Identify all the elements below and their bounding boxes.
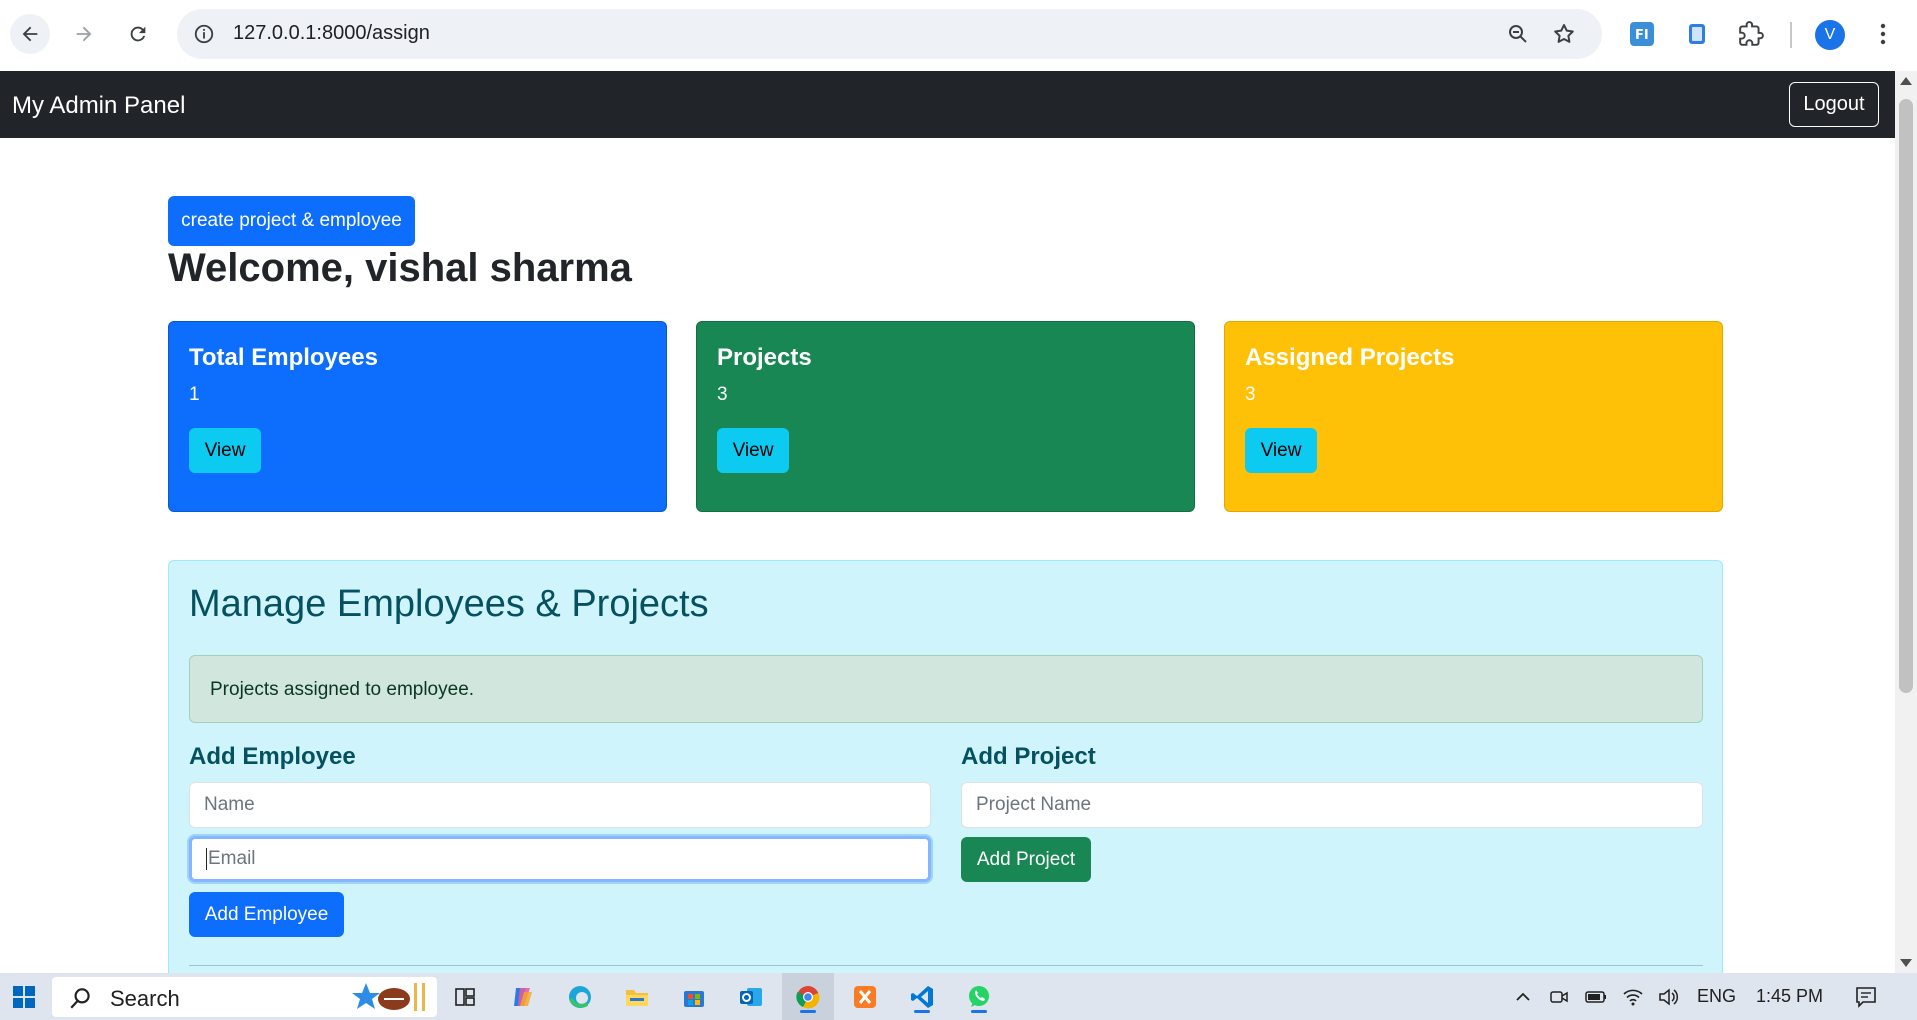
task-view-icon[interactable] [447,979,483,1015]
outlook-icon[interactable] [733,979,769,1015]
microsoft-store-icon[interactable] [676,979,712,1015]
manage-panel: Manage Employees & Projects Projects ass… [168,560,1723,980]
windows-start-icon[interactable] [6,979,42,1015]
employee-name-placeholder: Name [204,794,255,815]
scroll-down-arrow-icon[interactable] [1900,959,1912,967]
toolbar-divider [1790,22,1792,48]
notification-icon[interactable] [1848,979,1884,1015]
add-project-button[interactable]: Add Project [961,837,1091,882]
xampp-icon[interactable] [847,979,883,1015]
card-count: 3 [1245,384,1256,405]
svg-text:FI: FI [1635,28,1649,43]
welcome-heading: Welcome, vishal sharma [168,246,632,290]
card-projects: Projects 3 View [696,321,1195,512]
language-indicator[interactable]: ENG [1697,986,1736,1007]
search-icon [70,988,90,1009]
whatsapp-icon[interactable] [961,979,997,1015]
url-text[interactable]: 127.0.0.1:8000/assign [233,22,430,45]
view-employees-button[interactable]: View [189,428,261,473]
scroll-up-arrow-icon[interactable] [1900,77,1912,85]
text-caret [206,848,207,870]
whatsapp-running-indicator [971,1010,987,1013]
section-divider [189,965,1703,966]
card-title: Total Employees [189,344,378,371]
forward-icon [76,26,92,42]
reload-button[interactable] [118,14,158,54]
meet-now-icon[interactable] [1541,979,1577,1015]
chevron-up-icon[interactable] [1505,979,1541,1015]
scroll-thumb[interactable] [1899,99,1913,693]
card-count: 3 [717,384,728,405]
zoom-icon[interactable] [1506,22,1530,46]
add-project-heading: Add Project [961,743,1096,770]
app-navbar: My Admin Panel Logout [0,71,1895,138]
employee-email-input[interactable]: Email [189,836,931,882]
copilot-icon[interactable] [505,979,541,1015]
brand-title[interactable]: My Admin Panel [12,92,185,120]
card-title: Projects [717,344,812,371]
windows-taskbar: Search ENG 1:45 PM [0,973,1917,1020]
create-project-employee-button[interactable]: create project & employee [168,196,415,246]
taskbar-search-label: Search [110,986,180,1011]
search-highlight-image-icon [352,983,425,1011]
forward-button[interactable] [64,14,104,54]
add-employee-heading: Add Employee [189,743,356,770]
more-icon[interactable] [1866,17,1900,51]
vscode-icon[interactable] [904,979,940,1015]
employee-email-placeholder: Email [208,848,256,869]
wifi-icon[interactable] [1615,979,1651,1015]
card-total-employees: Total Employees 1 View [168,321,667,512]
back-icon [22,26,38,42]
site-info-icon[interactable] [193,23,215,45]
employee-name-input[interactable]: Name [189,782,931,828]
taskbar-clock[interactable]: 1:45 PM [1756,986,1823,1007]
alert-message: Projects assigned to employee. [210,679,475,700]
profile-avatar[interactable]: V [1815,20,1845,50]
add-employee-button[interactable]: Add Employee [189,892,344,937]
success-alert: Projects assigned to employee. [189,655,1703,723]
volume-icon[interactable] [1650,979,1686,1015]
manage-title: Manage Employees & Projects [189,583,709,625]
page-scrollbar[interactable] [1895,71,1917,973]
project-name-input[interactable]: Project Name [961,782,1703,828]
puzzle-icon[interactable] [1734,17,1768,51]
vscode-running-indicator [914,1010,930,1013]
logout-button[interactable]: Logout [1789,82,1879,127]
file-explorer-icon[interactable] [619,979,655,1015]
chrome-running-indicator [800,1010,816,1013]
reload-icon [130,26,146,42]
view-assigned-projects-button[interactable]: View [1245,428,1317,473]
back-button[interactable] [10,14,50,54]
extension-fi-icon[interactable]: FI [1625,17,1659,51]
card-assigned-projects: Assigned Projects 3 View [1224,321,1723,512]
card-count: 1 [189,384,200,405]
battery-icon[interactable] [1578,979,1614,1015]
star-icon[interactable] [1552,22,1576,46]
address-bar[interactable]: 127.0.0.1:8000/assign [177,9,1602,59]
extension-phone-icon[interactable] [1680,17,1714,51]
taskbar-search[interactable]: Search [52,977,437,1017]
view-projects-button[interactable]: View [717,428,789,473]
chrome-icon[interactable] [790,979,826,1015]
edge-icon[interactable] [562,979,598,1015]
project-name-placeholder: Project Name [976,794,1092,815]
card-title: Assigned Projects [1245,344,1455,371]
browser-toolbar: 127.0.0.1:8000/assign FI V [0,0,1917,71]
